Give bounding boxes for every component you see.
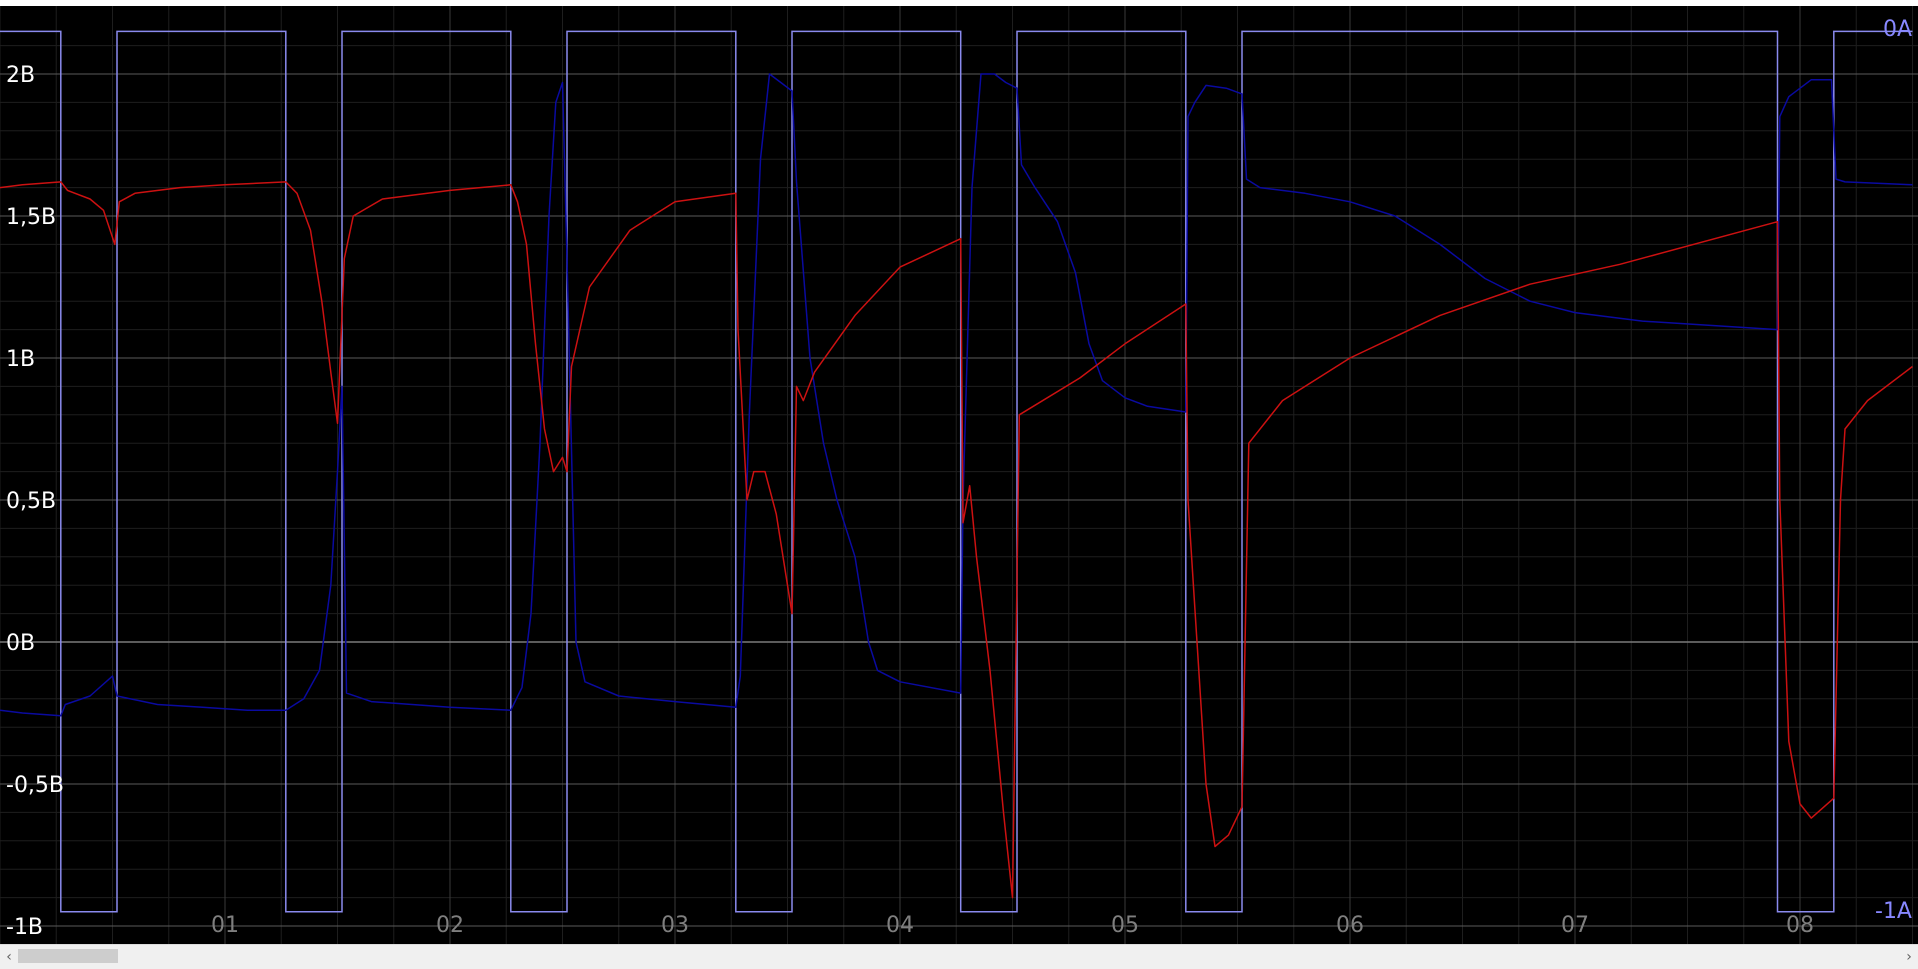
right-axis-label: 0A [1883,17,1912,42]
y-tick-label: -0,5В [6,773,64,798]
horizontal-scrollbar[interactable]: ‹ › [0,944,1918,969]
x-tick-label: 02 [436,913,464,938]
chart-canvas: 2В 1,5В 1В 0,5В 0В -0,5В -1В 01 02 03 04 05 06 07 08 0A… [0,0,1918,944]
y-tick-label: 0,5В [6,489,56,514]
x-tick-label: 01 [211,913,239,938]
chart-frame-top [0,0,1918,6]
x-tick-label: 08 [1786,913,1814,938]
y-tick-label: -1В [6,915,43,940]
x-tick-label: 07 [1561,913,1589,938]
x-tick-label: 03 [661,913,689,938]
y-tick-label: 2В [6,63,35,88]
x-tick-label: 06 [1336,913,1364,938]
x-tick-label: 05 [1111,913,1139,938]
plot-background [0,6,1918,944]
oscilloscope-chart: 2В 1,5В 1В 0,5В 0В -0,5В -1В 01 02 03 04 05 06 07 08 0A… [0,0,1918,968]
x-tick-label: 04 [886,913,914,938]
scroll-thumb[interactable] [18,949,118,963]
y-tick-label: 1В [6,347,35,372]
scroll-left-arrow-icon[interactable]: ‹ [0,947,18,967]
scroll-right-arrow-icon[interactable]: › [1900,947,1918,967]
y-tick-label: 1,5В [6,205,56,230]
y-tick-label: 0В [6,631,35,656]
right-axis-label: -1A [1875,899,1912,924]
